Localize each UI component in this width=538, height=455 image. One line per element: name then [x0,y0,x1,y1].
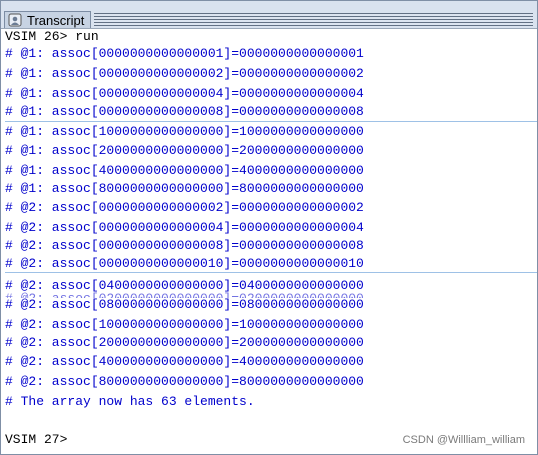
transcript-window-icon [8,13,22,27]
window-title: Transcript [27,13,85,28]
title-drag-grip[interactable] [94,13,533,26]
transcript-console[interactable]: VSIM 26> run # @1: assoc[000000000000000… [5,28,537,454]
output-line: # @1: assoc[0000000000000001]=0000000000… [5,46,364,61]
scroll-seam-divider [5,121,537,122]
output-line: # @1: assoc[0000000000000002]=0000000000… [5,66,364,81]
output-line: # @2: assoc[8000000000000000]=8000000000… [5,374,364,389]
watermark: CSDN @Willliam_william [402,434,525,446]
output-line: # @2: assoc[4000000000000000]=4000000000… [5,354,364,369]
scroll-seam-divider [5,272,537,273]
output-line: # The array now has 63 elements. [5,394,255,409]
output-line: # @2: assoc[0000000000000008]=0000000000… [5,238,364,253]
prompt-line: VSIM 26> run [5,29,99,44]
output-line: # @1: assoc[8000000000000000]=8000000000… [5,181,364,196]
output-line: # @2: assoc[0800000000000000]=0800000000… [5,297,364,312]
output-line: # @1: assoc[0000000000000004]=0000000000… [5,86,364,101]
output-line: # @2: assoc[0000000000000010]=0000000000… [5,256,364,271]
output-line: # @1: assoc[0000000000000008]=0000000000… [5,104,364,119]
title-bar[interactable]: Transcript [1,1,537,29]
output-line: # @2: assoc[2000000000000000]=2000000000… [5,335,364,350]
prompt-line[interactable]: VSIM 27> [5,431,67,448]
output-line: # @1: assoc[1000000000000000]=1000000000… [5,124,364,139]
output-line: # @2: assoc[0400000000000000]=0400000000… [5,278,364,293]
output-line: # @2: assoc[0000000000000002]=0000000000… [5,200,364,215]
output-line: # @1: assoc[2000000000000000]=2000000000… [5,143,364,158]
transcript-tab[interactable]: Transcript [4,11,91,28]
output-line: # @2: assoc[1000000000000000]=1000000000… [5,317,364,332]
transcript-window: Transcript VSIM 26> run # @1: assoc[0000… [0,0,538,455]
output-line: # @1: assoc[4000000000000000]=4000000000… [5,163,364,178]
output-line: # @2: assoc[0000000000000004]=0000000000… [5,220,364,235]
